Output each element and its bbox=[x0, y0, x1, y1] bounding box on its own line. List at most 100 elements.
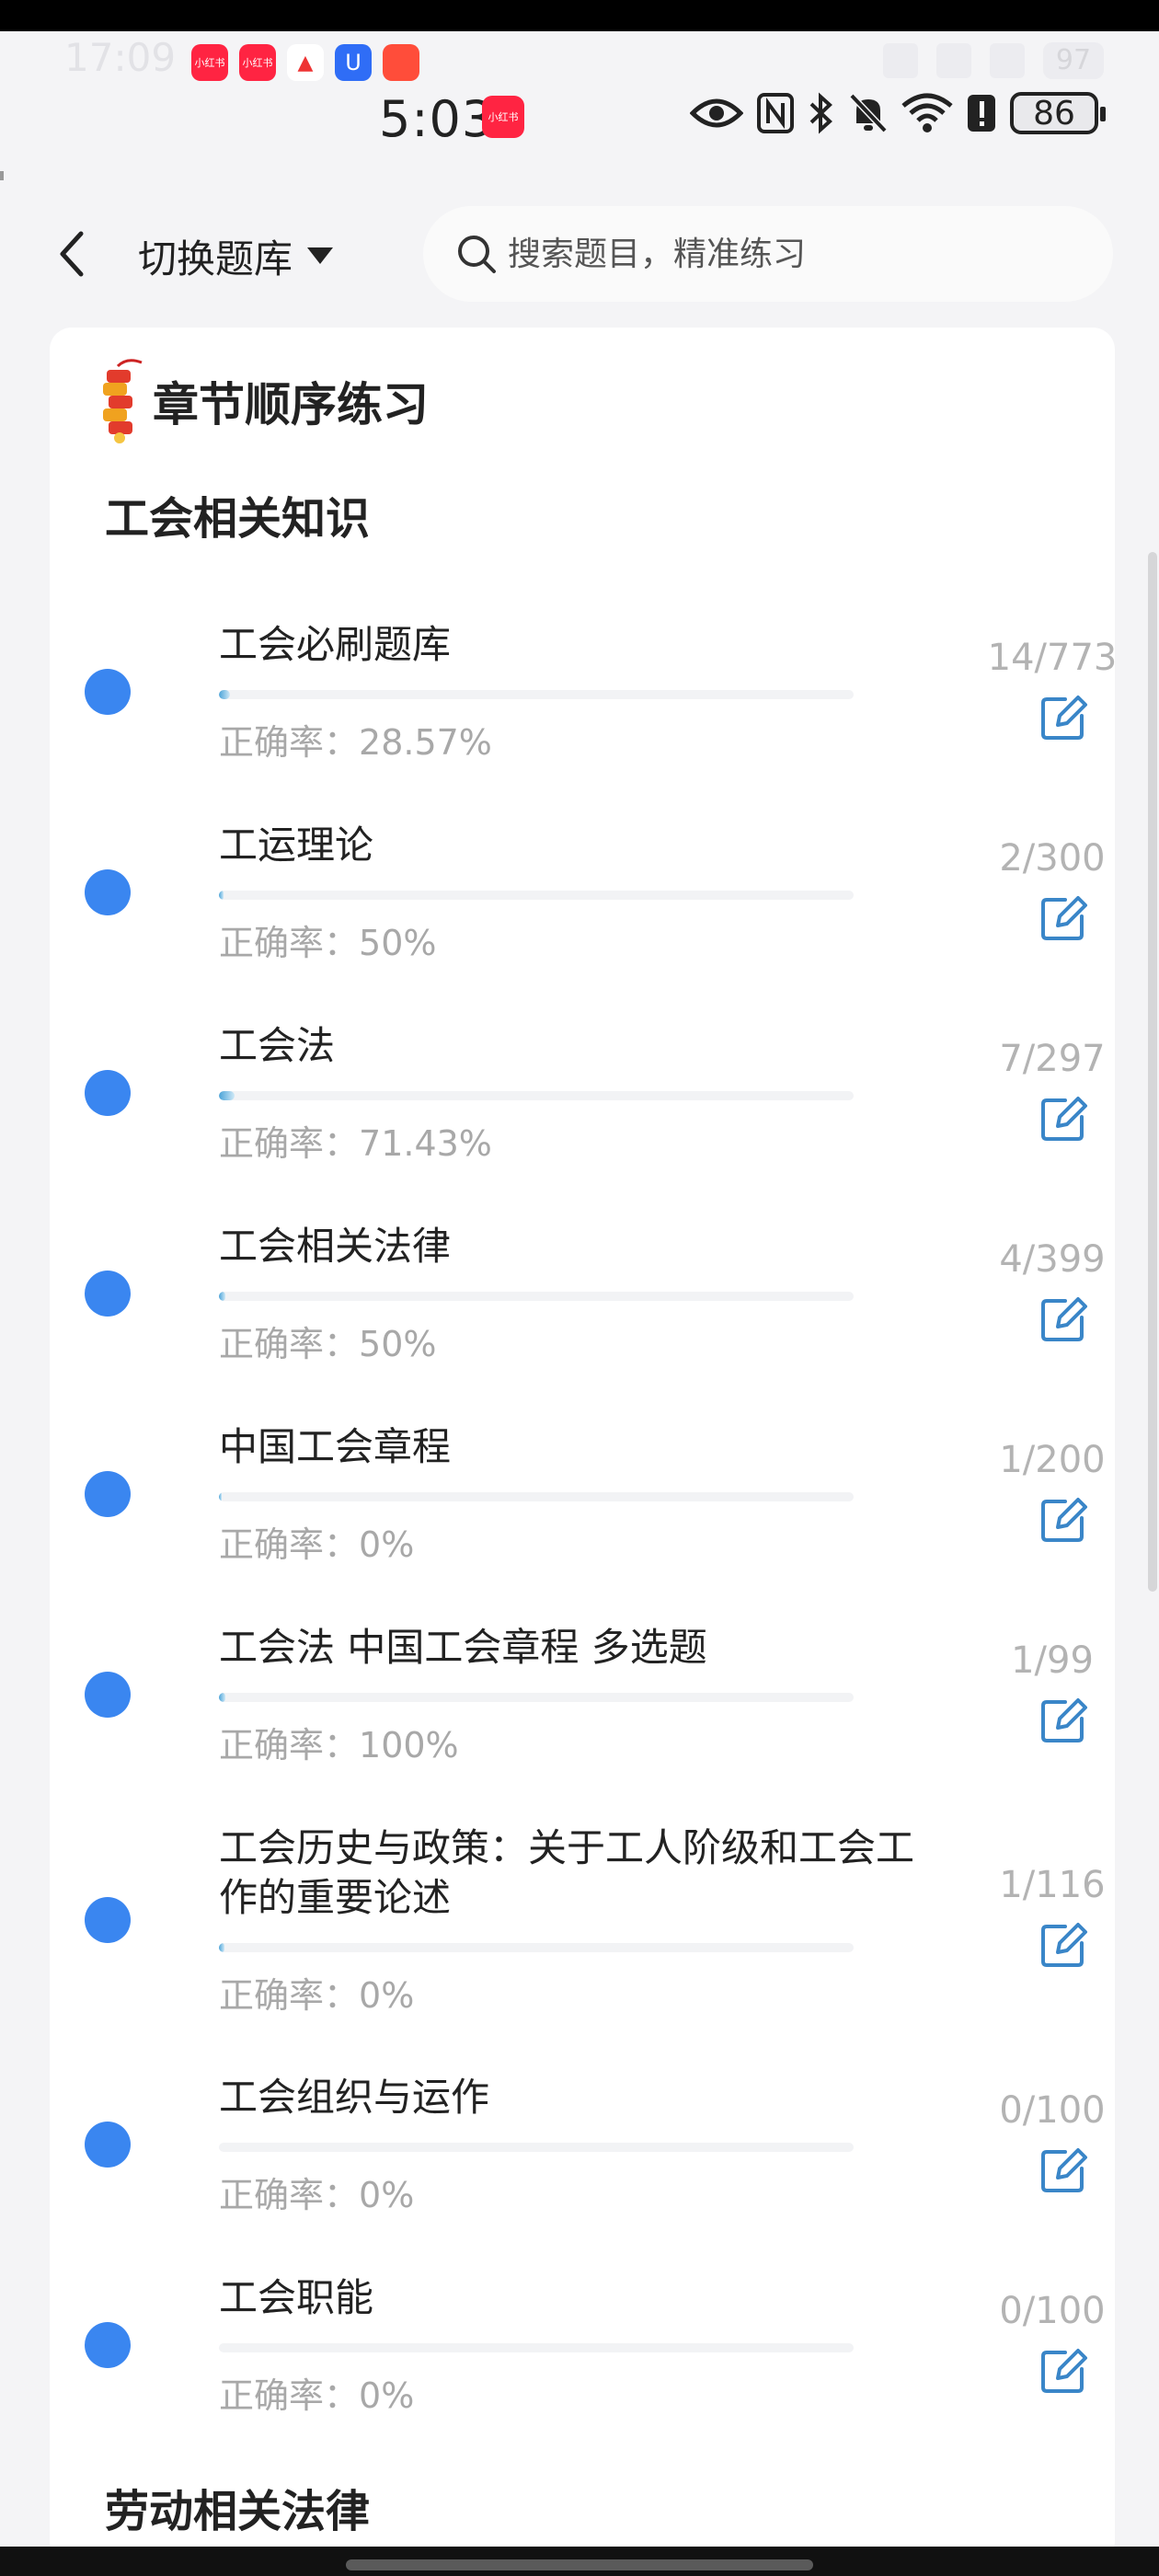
chapter-status-dot bbox=[85, 869, 131, 915]
home-indicator[interactable] bbox=[346, 2559, 813, 2570]
progress-fill bbox=[219, 1943, 225, 1952]
chapter-count: 4/399 bbox=[999, 1238, 1106, 1281]
chapter-accuracy: 正确率：50% bbox=[219, 1324, 437, 1364]
chapter-count: 1/200 bbox=[999, 1439, 1106, 1481]
chapter-count: 7/297 bbox=[999, 1038, 1106, 1080]
chapter-status-dot bbox=[85, 1471, 131, 1517]
chapter-status-dot bbox=[85, 2122, 131, 2168]
chapter-name[interactable]: 工会职能 bbox=[219, 2273, 918, 2323]
back-button[interactable] bbox=[44, 217, 99, 291]
group-title-text: 工会相关知识 bbox=[105, 493, 371, 545]
firecracker-icon bbox=[103, 359, 143, 443]
chapter-name[interactable]: 中国工会章程 bbox=[219, 1422, 918, 1472]
status-time: 5:03 bbox=[379, 90, 495, 148]
search-icon bbox=[458, 236, 496, 273]
edit-practice-icon[interactable] bbox=[1038, 892, 1089, 944]
chapter-name[interactable]: 工运理论 bbox=[219, 821, 918, 870]
xiaohongshu-notification-icon: 小红书 bbox=[482, 96, 524, 138]
red-app-icon bbox=[383, 44, 419, 81]
bluetooth-icon bbox=[809, 92, 832, 134]
group-title-text: 劳动相关法律 bbox=[105, 2486, 371, 2537]
ghost-icon bbox=[990, 43, 1025, 78]
edge-marker bbox=[0, 171, 4, 180]
chapter-progress-bar bbox=[219, 891, 854, 900]
chapter-count: 0/100 bbox=[999, 2089, 1106, 2132]
chapter-progress-bar bbox=[219, 2143, 854, 2152]
progress-fill bbox=[219, 891, 224, 900]
chapter-count: 0/100 bbox=[999, 2290, 1106, 2332]
chapter-status-dot bbox=[85, 1897, 131, 1943]
chapter-progress-bar bbox=[219, 1091, 854, 1100]
progress-fill bbox=[219, 1693, 225, 1702]
chapter-count: 1/116 bbox=[999, 1864, 1106, 1906]
edit-practice-icon[interactable] bbox=[1038, 1695, 1089, 1746]
status-icons: 86 bbox=[690, 92, 1106, 134]
chapter-count: 1/99 bbox=[1011, 1639, 1094, 1682]
chapter-progress-bar bbox=[219, 1492, 854, 1501]
switch-bank-label: 切换题库 bbox=[138, 236, 293, 282]
edit-practice-icon[interactable] bbox=[1038, 1919, 1089, 1971]
chapter-status-dot bbox=[85, 1070, 131, 1116]
chapter-name[interactable]: 工会组织与运作 bbox=[219, 2073, 918, 2122]
group-title-labor-law: 劳动相关法律 bbox=[105, 2475, 371, 2539]
ghost-battery: 97 bbox=[1043, 42, 1104, 79]
chapter-accuracy: 正确率：0% bbox=[219, 1524, 415, 1565]
chapter-count: 14/773 bbox=[987, 637, 1118, 679]
progress-fill bbox=[219, 1292, 225, 1301]
chapter-status-dot bbox=[85, 669, 131, 715]
chapter-progress-bar bbox=[219, 1693, 854, 1702]
chapter-progress-bar bbox=[219, 690, 854, 699]
switch-question-bank-button[interactable]: 切换题库 bbox=[138, 226, 335, 285]
top-black-strip bbox=[0, 0, 1159, 31]
chapter-status-dot bbox=[85, 1271, 131, 1317]
edit-practice-icon[interactable] bbox=[1038, 1093, 1089, 1144]
section-title: 章节顺序练习 bbox=[153, 378, 429, 431]
notification-app-icons: 小红书 小红书 ▲ U bbox=[191, 44, 419, 81]
progress-fill bbox=[219, 690, 231, 699]
chapter-accuracy: 正确率：0% bbox=[219, 2375, 415, 2416]
chapter-status-dot bbox=[85, 2322, 131, 2368]
chapter-accuracy: 正确率：71.43% bbox=[219, 1123, 492, 1164]
caret-down-icon bbox=[307, 247, 334, 264]
search-bar[interactable] bbox=[423, 206, 1113, 302]
section-header: 章节顺序练习 bbox=[99, 357, 429, 445]
chapter-accuracy: 正确率：50% bbox=[219, 923, 437, 963]
chapter-name[interactable]: 工会法 中国工会章程 多选题 bbox=[219, 1623, 918, 1673]
edit-practice-icon[interactable] bbox=[1038, 1294, 1089, 1345]
chapter-name[interactable]: 工会相关法律 bbox=[219, 1222, 918, 1271]
chapter-count: 2/300 bbox=[999, 837, 1106, 880]
group-title-union-knowledge: 工会相关知识 bbox=[105, 482, 371, 546]
xiaohongshu-app-icon: 小红书 bbox=[191, 44, 228, 81]
chapter-name[interactable]: 工会必刷题库 bbox=[219, 620, 918, 670]
battery-icon: 86 bbox=[1010, 92, 1106, 134]
edit-practice-icon[interactable] bbox=[1038, 2345, 1089, 2397]
chapter-progress-bar bbox=[219, 1292, 854, 1301]
wifi-icon bbox=[901, 93, 953, 132]
chapter-progress-bar bbox=[219, 1943, 854, 1952]
eye-icon bbox=[690, 98, 743, 128]
chapter-progress-bar bbox=[219, 2343, 854, 2352]
nfc-icon bbox=[757, 93, 794, 133]
edit-practice-icon[interactable] bbox=[1038, 2145, 1089, 2196]
chapter-name[interactable]: 工会法 bbox=[219, 1021, 918, 1071]
progress-fill bbox=[219, 1492, 223, 1501]
chapter-accuracy: 正确率：28.57% bbox=[219, 722, 492, 763]
ghost-status-icons: 97 bbox=[883, 42, 1104, 79]
edit-practice-icon[interactable] bbox=[1038, 1494, 1089, 1546]
edit-practice-icon[interactable] bbox=[1038, 692, 1089, 743]
ghost-icon bbox=[883, 43, 918, 78]
chapter-accuracy: 正确率：0% bbox=[219, 1975, 415, 2016]
xiaohongshu-app-icon: 小红书 bbox=[239, 44, 276, 81]
scrollbar[interactable] bbox=[1148, 552, 1157, 1592]
chapter-accuracy: 正确率：0% bbox=[219, 2175, 415, 2215]
bell-off-icon bbox=[849, 93, 888, 133]
ghost-time: 17:09 bbox=[64, 35, 177, 80]
u-app-icon: U bbox=[335, 44, 372, 81]
chevron-left-icon bbox=[60, 231, 84, 277]
alert-icon bbox=[968, 95, 995, 132]
chapter-accuracy: 正确率：100% bbox=[219, 1725, 459, 1765]
chapter-name[interactable]: 工会历史与政策：关于工人阶级和工会工作的重要论述 bbox=[219, 1823, 918, 1923]
search-input[interactable] bbox=[508, 235, 1060, 273]
triangle-app-icon: ▲ bbox=[287, 44, 324, 81]
progress-fill bbox=[219, 1091, 235, 1100]
